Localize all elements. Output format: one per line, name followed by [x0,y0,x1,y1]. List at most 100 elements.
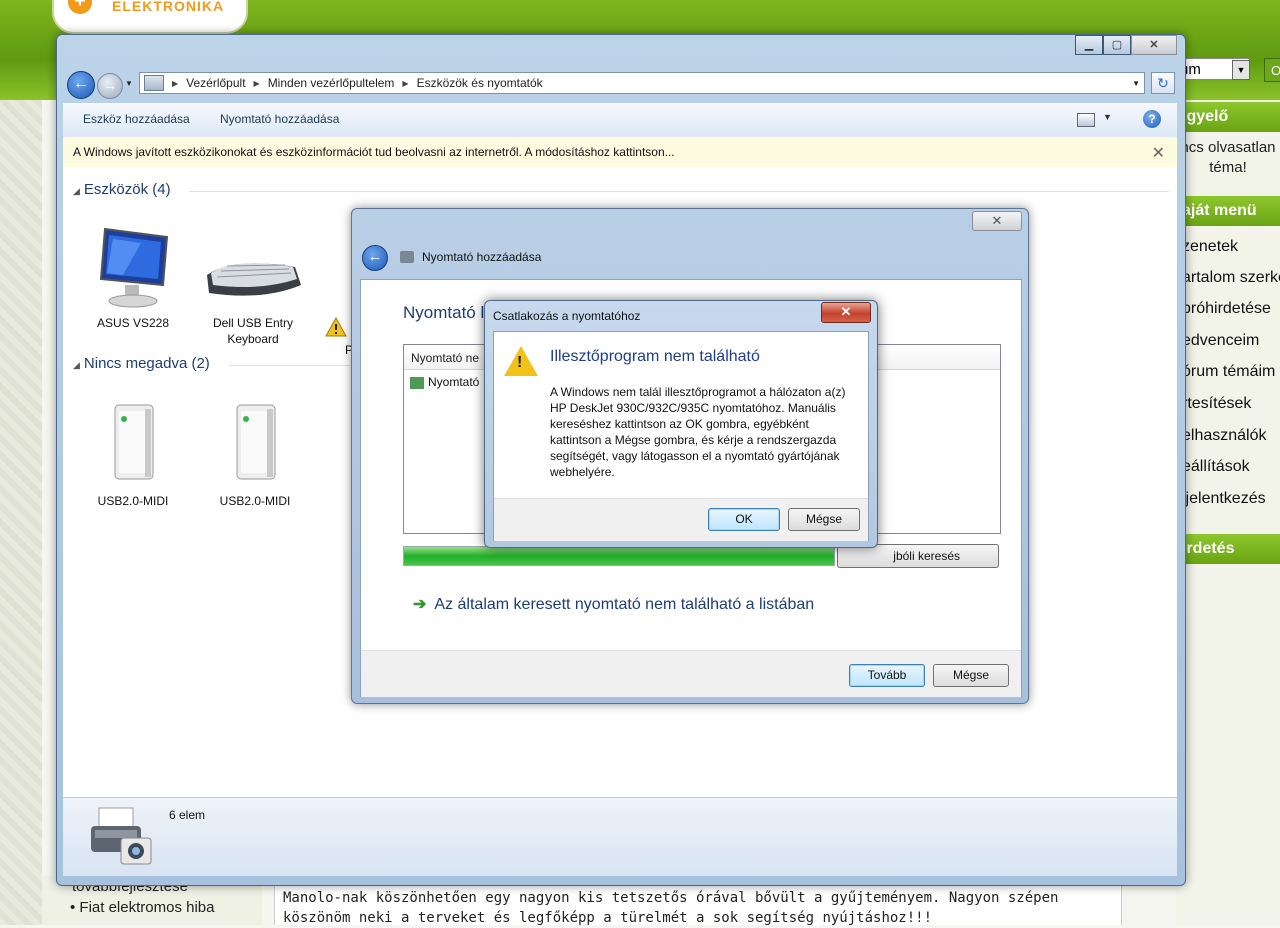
details-pane: 6 elem [63,797,1177,876]
item-count: 6 elem [169,808,206,822]
watch-text-1: ncs olvasatlan [1180,139,1276,156]
site-logo[interactable]: + ELEKTRONIKA [52,0,248,34]
monitor-icon [99,227,169,308]
wizard-heading: Nyomtató l [403,303,485,322]
menu-item-logout[interactable]: ijelentkezés [1182,490,1280,508]
connect-to-printer-dialog: Csatlakozás a nyomtatóhoz ✕ ! Illesztőpr… [484,300,878,548]
warning-icon: ! [504,346,538,376]
watch-header: igyelő [1176,102,1280,132]
menu-item-messages[interactable]: zenetek [1182,238,1280,256]
cancel-button[interactable]: Mégse [788,508,860,531]
dialog-message: A Windows nem talál illesztőprogramot a … [550,385,846,479]
site-search: rum ▼ O [1170,58,1280,84]
group-header-unspecified[interactable]: ◢ Nincs megadva (2) [73,355,210,372]
group-header-devices[interactable]: ◢ Eszközök (4) [73,181,171,198]
breadcrumb-separator-icon[interactable]: ▶ [254,79,260,88]
progress-fill [404,547,834,565]
left-list-item[interactable]: • Fiat elektromos hiba [70,899,214,916]
back-button[interactable]: ← [67,71,95,99]
warning-icon [325,316,347,337]
network-printer-icon [410,376,424,389]
device-label: USB2.0-MIDI [97,494,169,508]
device-keyboard[interactable]: Dell USB Entry Keyboard [203,227,303,347]
menu-item-notifications[interactable]: rtesítések [1182,395,1280,413]
wizard-back-button[interactable]: ← [362,245,388,271]
maximize-button[interactable]: ▢ [1103,35,1131,55]
info-bar-text[interactable]: A Windows javított eszközikonokat és esz… [73,145,675,159]
device-monitor[interactable]: ASUS VS228 [83,227,183,331]
breadcrumb-separator-icon[interactable]: ▶ [402,79,408,88]
menu-item-settings[interactable]: eállítások [1182,458,1280,476]
ok-button[interactable]: OK [708,508,780,531]
dialog-title: Csatlakozás a nyomtatóhoz [493,309,641,323]
close-button[interactable]: ✕ [1131,35,1177,55]
view-dropdown-icon[interactable]: ▼ [1103,112,1112,122]
ads-header: irdetés [1176,534,1280,564]
breadcrumb-devices-printers[interactable]: Eszközök és nyomtatók [417,76,543,90]
keyboard-icon [207,263,301,296]
device-midi-1[interactable]: USB2.0-MIDI [83,399,183,509]
search-go-button[interactable]: O [1264,58,1280,82]
change-view-icon[interactable] [1077,113,1095,127]
breadcrumb-separator-icon[interactable]: ▶ [172,79,178,88]
address-dropdown-icon[interactable]: ▼ [1132,79,1140,88]
menu-item-forum-topics[interactable]: órum témáim [1182,363,1280,381]
address-bar[interactable]: ▶ Vezérlőpult ▶ Minden vezérlőpultelem ▶… [139,72,1145,94]
my-menu-header: aját menü [1176,196,1280,226]
menu-item-favorites[interactable]: edvenceim [1182,332,1280,350]
post-text: Manolo-nak köszönhetően egy nagyon kis t… [283,890,1059,926]
printer-not-listed-link[interactable]: ➔ Az általam keresett nyomtató nem találh… [413,594,814,614]
wizard-title: Nyomtató hozzáadása [422,250,542,264]
close-icon[interactable]: ✕ [1152,143,1165,163]
window-caption-buttons: ▁ ▢ ✕ [1075,35,1177,55]
breadcrumb-all-items[interactable]: Minden vezérlőpultelem [268,76,395,90]
device-box-icon [114,404,154,480]
chevron-down-icon[interactable]: ▼ [1232,60,1250,80]
info-bar[interactable]: A Windows javított eszközikonokat és esz… [63,137,1177,168]
column-header-printer-name[interactable]: Nyomtató ne [411,351,479,365]
site-sidebar: igyelő ncs olvasatlan téma! aját menü ze… [1176,100,1280,925]
search-progress-bar [403,546,835,566]
add-printer-button[interactable]: Nyomtató hozzáadása [220,112,339,126]
device-box-icon [236,404,276,480]
device-label: USB2.0-MIDI [219,494,291,508]
device-label: Dell USB Entry Keyboard [212,316,294,346]
link-text[interactable]: Az általam keresett nyomtató nem találha… [434,596,814,613]
printer-icon [400,251,414,263]
menu-item-content[interactable]: artalom szerke [1182,269,1280,287]
group-label: Eszközök (4) [83,181,171,198]
forward-button[interactable]: → [97,73,123,99]
history-dropdown-icon[interactable]: ▼ [125,79,133,88]
dialog-close-button[interactable]: ✕ [821,302,871,323]
logo-plus-icon: + [68,0,92,14]
wizard-footer: Tovább Mégse [361,650,1021,697]
minimize-button[interactable]: ▁ [1075,35,1103,55]
refresh-button[interactable]: ↻ [1151,72,1175,94]
site-background-strip [0,0,42,925]
watch-text-2: téma! [1209,159,1247,176]
dialog-heading: Illesztőprogram nem található [550,348,760,365]
menu-item-ads[interactable]: próhirdetése [1182,300,1280,318]
menu-item-users[interactable]: elhasználók [1182,427,1280,445]
collapse-triangle-icon[interactable]: ◢ [73,360,80,370]
dialog-body: ! Illesztőprogram nem található A Window… [493,331,869,541]
collapse-triangle-icon[interactable]: ◢ [73,186,80,196]
printer-name: Nyomtató [428,375,480,389]
device-label: ASUS VS228 [96,316,170,330]
printer-camera-icon [91,807,152,865]
list-item[interactable]: Nyomtató [410,375,479,389]
command-bar: Eszköz hozzáadása Nyomtató hozzáadása ▼ … [63,103,1177,138]
device-warning[interactable] [325,316,347,337]
cancel-button[interactable]: Mégse [933,664,1009,687]
group-label: Nincs megadva (2) [83,355,210,372]
next-button[interactable]: Tovább [849,664,925,687]
logo-text: ELEKTRONIKA [112,0,225,14]
control-panel-icon [144,75,164,91]
group-divider [189,191,1169,192]
help-icon[interactable]: ? [1143,110,1161,128]
device-midi-2[interactable]: USB2.0-MIDI [205,399,305,509]
dialog-footer: OK Mégse [494,498,868,541]
breadcrumb-control-panel[interactable]: Vezérlőpult [186,76,245,90]
add-device-button[interactable]: Eszköz hozzáadása [83,112,190,126]
wizard-close-button[interactable]: ✕ [972,211,1022,231]
